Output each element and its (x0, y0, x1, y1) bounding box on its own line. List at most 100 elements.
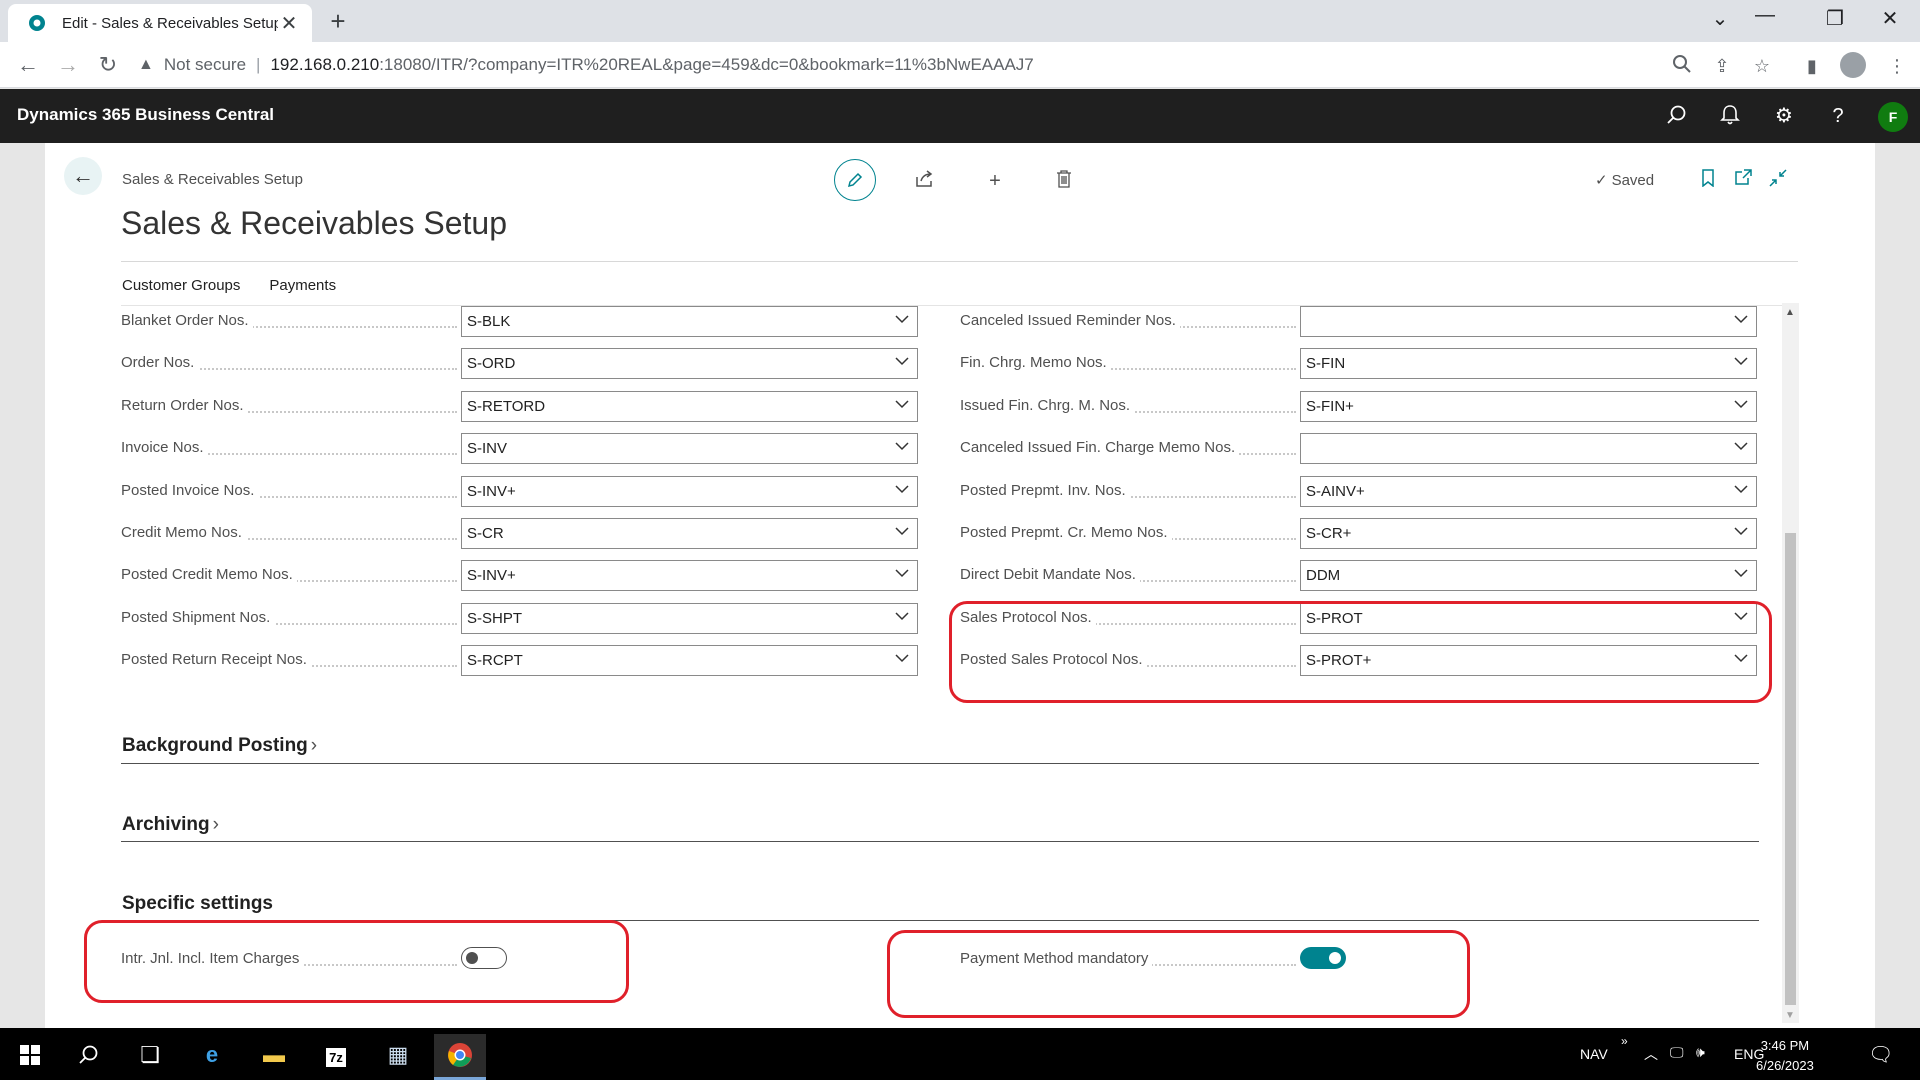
chevron-down-icon (1734, 485, 1748, 494)
notifications-bell-icon[interactable] (1718, 104, 1742, 128)
search-icon[interactable] (63, 1034, 115, 1080)
user-avatar[interactable]: F (1878, 102, 1908, 132)
side-panel-icon[interactable]: ▮ (1800, 54, 1824, 78)
posted-return-receipt-nos-select[interactable]: S-RCPT (461, 645, 918, 676)
field-value: S-ORD (467, 355, 516, 372)
posted-prepmt-cr-memo-nos-select[interactable]: S-CR+ (1300, 518, 1757, 549)
browser-tab[interactable]: Edit - Sales & Receivables Setup ✕ (8, 4, 312, 42)
field-posted-shipment-nos: Posted Shipment Nos. S-SHPT (121, 603, 918, 634)
field-value: S-SHPT (467, 610, 523, 627)
field-blanket-order-nos: Blanket Order Nos. S-BLK (121, 306, 918, 337)
archiving-section-header[interactable]: Archiving › (122, 814, 219, 836)
content-scrollbar[interactable]: ▲ ▼ (1782, 303, 1799, 1023)
restore-icon[interactable]: ❐ (1815, 6, 1855, 31)
system-clock[interactable]: 3:46 PM 6/26/2023 (1756, 1036, 1814, 1076)
back-arrow-icon[interactable]: ← (14, 52, 42, 78)
scroll-thumb[interactable] (1785, 533, 1796, 1005)
network-icon[interactable]: 🖵 (1670, 1044, 1684, 1061)
posted-shipment-nos-select[interactable]: S-SHPT (461, 603, 918, 634)
address-bar: ← → ↻ ▲ Not secure | 192.168.0.210:18080… (0, 42, 1920, 88)
blanket-order-nos-select[interactable]: S-BLK (461, 306, 918, 337)
app-bar: Dynamics 365 Business Central ⚙ ? (0, 89, 1920, 143)
background-posting-section-header[interactable]: Background Posting › (122, 735, 317, 757)
page-back-icon[interactable]: ← (64, 157, 102, 195)
nav-tray-label[interactable]: NAV (1580, 1046, 1608, 1062)
windows-start-icon[interactable] (4, 1034, 56, 1080)
file-explorer-icon[interactable]: ▬ (248, 1034, 300, 1080)
7zip-icon[interactable]: 7z (310, 1034, 362, 1080)
url-path: :18080/ITR/?company=ITR%20REAL&page=459&… (379, 55, 1034, 74)
scroll-up-arrow-icon[interactable]: ▲ (1785, 307, 1795, 318)
chevron-down-icon (1734, 654, 1748, 663)
field-label: Invoice Nos. (121, 439, 208, 456)
fin-chrg-memo-nos-select[interactable]: S-FIN (1300, 348, 1757, 379)
intr-jnl-toggle[interactable] (461, 947, 507, 969)
internet-explorer-icon[interactable]: e (186, 1034, 238, 1080)
posted-prepmt-inv-nos-select[interactable]: S-AINV+ (1300, 476, 1757, 507)
tray-overflow-chevron-icon[interactable]: » (1621, 1034, 1628, 1048)
sales-protocol-nos-select[interactable]: S-PROT (1300, 603, 1757, 634)
search-icon[interactable] (1665, 104, 1689, 128)
edit-pencil-icon[interactable] (834, 159, 876, 201)
show-hidden-icons-chevron-icon[interactable]: ︿ (1644, 1044, 1658, 1064)
canceled-issued-fin-charge-memo-nos-select[interactable] (1300, 433, 1757, 464)
field-canceled-issued-fin-charge-memo-nos: Canceled Issued Fin. Charge Memo Nos. (960, 433, 1757, 464)
chrome-menu-icon[interactable]: ⋮ (1885, 54, 1909, 78)
field-value: S-BLK (467, 313, 511, 330)
field-invoice-nos: Invoice Nos. S-INV (121, 433, 918, 464)
notification-center-icon[interactable]: 🗨 (1868, 1042, 1893, 1067)
specific-settings-section-header[interactable]: Specific settings (122, 893, 273, 915)
browser-profile-avatar[interactable] (1840, 52, 1866, 78)
window-close-icon[interactable]: ✕ (1870, 6, 1910, 31)
share-icon[interactable]: ⇪ (1710, 54, 1734, 78)
settings-gear-icon[interactable]: ⚙ (1772, 104, 1796, 128)
return-order-nos-select[interactable]: S-RETORD (461, 391, 918, 422)
payments-link[interactable]: Payments (269, 277, 336, 294)
posted-invoice-nos-select[interactable]: S-INV+ (461, 476, 918, 507)
payment-method-toggle[interactable] (1300, 947, 1346, 969)
field-credit-memo-nos: Credit Memo Nos. S-CR (121, 518, 918, 549)
collapse-icon[interactable] (1767, 169, 1789, 191)
order-nos-select[interactable]: S-ORD (461, 348, 918, 379)
windows-taskbar: ❏ e ▬ 7z ▦ NAV » ︿ 🖵 🕪 ENG 3:46 PM 6/26/… (0, 1028, 1920, 1080)
delete-trash-icon[interactable] (1051, 169, 1077, 193)
forward-arrow-icon[interactable]: → (54, 52, 82, 78)
bookmark-star-icon[interactable]: ☆ (1750, 54, 1774, 78)
chevron-right-icon: › (212, 814, 219, 835)
warning-triangle-icon: ▲ (138, 56, 154, 73)
section-title: Background Posting (122, 735, 308, 756)
canceled-issued-reminder-nos-select[interactable] (1300, 306, 1757, 337)
new-tab-button[interactable]: + (322, 6, 354, 37)
field-label: Credit Memo Nos. (121, 524, 246, 541)
tab-search-chevron-icon[interactable]: ⌄ (1700, 6, 1740, 31)
new-plus-icon[interactable]: + (982, 169, 1008, 193)
chevron-down-icon (895, 527, 909, 536)
volume-icon[interactable]: 🕪 (1696, 1044, 1705, 1061)
field-return-order-nos: Return Order Nos. S-RETORD (121, 391, 918, 422)
reload-icon[interactable]: ↻ (94, 52, 122, 78)
checkmark-icon: ✓ (1595, 172, 1608, 189)
credit-memo-nos-select[interactable]: S-CR (461, 518, 918, 549)
chrome-icon[interactable] (434, 1034, 486, 1080)
field-value: S-INV (467, 440, 508, 457)
not-secure-label: Not secure (163, 55, 247, 74)
zoom-icon[interactable] (1670, 54, 1694, 78)
customer-groups-link[interactable]: Customer Groups (122, 277, 240, 294)
minimize-icon[interactable]: — (1745, 4, 1785, 27)
tab-close-icon[interactable]: ✕ (278, 11, 300, 36)
invoice-nos-select[interactable]: S-INV (461, 433, 918, 464)
posted-sales-protocol-nos-select[interactable]: S-PROT+ (1300, 645, 1757, 676)
url-omnibox[interactable]: ▲ Not secure | 192.168.0.210:18080/ITR/?… (138, 50, 1698, 80)
open-new-window-icon[interactable] (1732, 169, 1754, 191)
bookmark-icon[interactable] (1697, 169, 1719, 191)
direct-debit-mandate-nos-select[interactable]: DDM (1300, 560, 1757, 591)
field-label: Posted Prepmt. Inv. Nos. (960, 482, 1130, 499)
task-view-icon[interactable]: ❏ (124, 1034, 176, 1080)
calculator-icon[interactable]: ▦ (372, 1034, 424, 1080)
app-title: Dynamics 365 Business Central (17, 105, 275, 124)
issued-fin-chrg-m-nos-select[interactable]: S-FIN+ (1300, 391, 1757, 422)
share-action-icon[interactable] (912, 169, 938, 193)
posted-credit-memo-nos-select[interactable]: S-INV+ (461, 560, 918, 591)
help-icon[interactable]: ? (1826, 104, 1850, 128)
scroll-down-arrow-icon[interactable]: ▼ (1785, 1010, 1795, 1021)
